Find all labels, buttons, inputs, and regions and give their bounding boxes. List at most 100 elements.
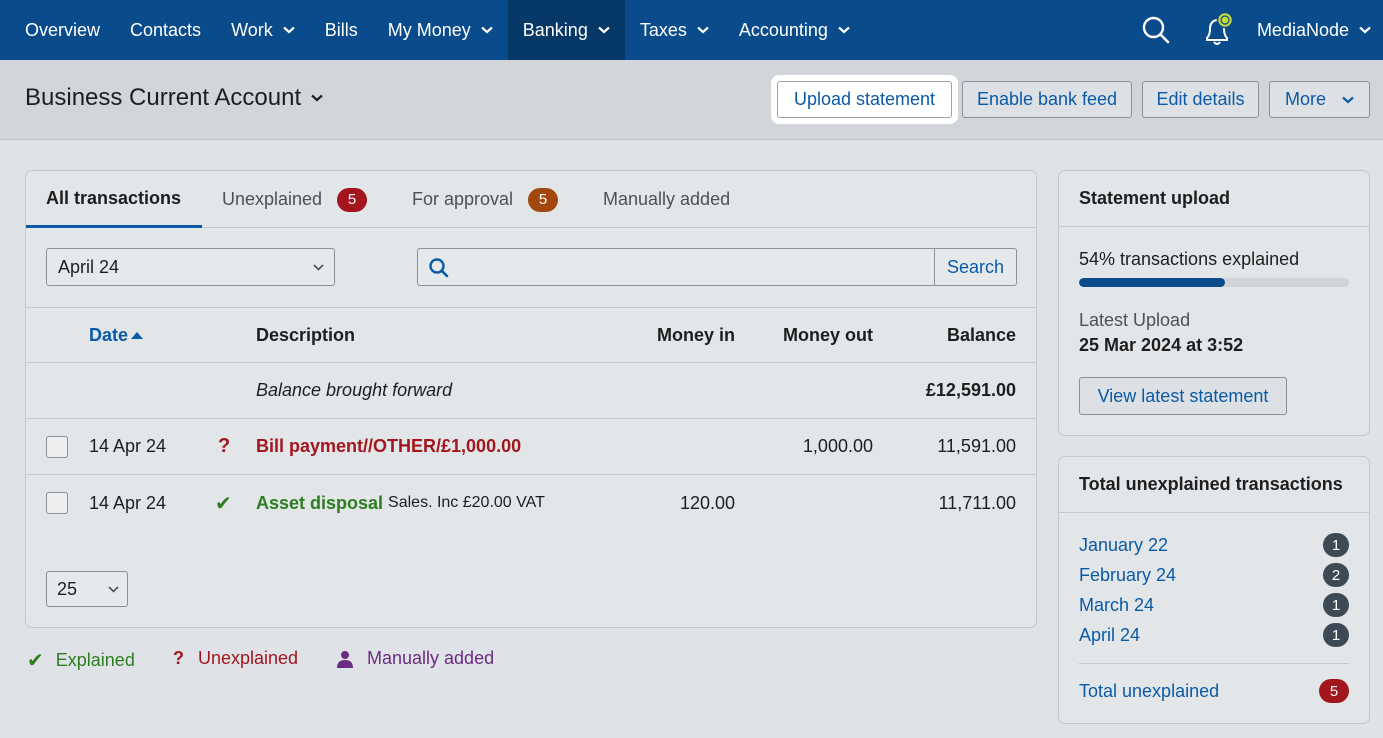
nav-my-money[interactable]: My Money [373,0,508,60]
user-menu[interactable]: MediaNode [1243,0,1383,60]
row-date-text: 14 Apr 24 [89,492,167,513]
month-count-badge: 2 [1323,563,1349,587]
transaction-tabs: All transactions Unexplained 5 For appro… [26,171,1036,228]
row-checkbox[interactable] [46,435,68,458]
brought-forward-label: Balance brought forward [256,363,452,418]
month-count-badge: 1 [1323,533,1349,557]
nav-accounting[interactable]: Accounting [724,0,865,60]
search-icon [429,258,449,278]
month-link[interactable]: March 24 [1079,595,1154,616]
month-select[interactable]: April 24 [46,248,335,286]
tab-manual-label: Manually added [603,189,731,209]
transaction-link[interactable]: Asset disposal [256,493,383,514]
enable-bank-feed-button[interactable]: Enable bank feed [962,81,1132,118]
row-checkbox-cell [46,419,68,474]
total-unexplained-row: Total unexplained 5 [1079,678,1349,704]
nav-contacts[interactable]: Contacts [115,0,216,60]
chevron-down-icon [311,94,323,102]
tab-all-transactions[interactable]: All transactions [26,171,202,228]
month-link[interactable]: January 22 [1079,535,1168,556]
money-in-column-header: Money in [586,308,735,362]
money-in-column-label: Money in [656,324,735,345]
chevron-down-icon [108,586,119,593]
top-right-controls: MediaNode [1141,0,1383,60]
chevron-down-icon [282,26,295,34]
month-link[interactable]: April 24 [1079,625,1140,646]
upload-statement-button[interactable]: Upload statement [777,81,952,118]
total-unexplained-link[interactable]: Total unexplained [1079,681,1219,702]
checkmark-icon: ✔ [27,650,44,672]
table-row[interactable]: 14 Apr 24 ✔ Asset disposal Sales. Inc £2… [26,475,1036,531]
legend-unexplained-label: Unexplained [198,648,299,668]
row-description: Asset disposal Sales. Inc £20.00 VAT [256,475,545,531]
total-unexplained-card: Total unexplained transactions January 2… [1058,456,1370,724]
legend-manually-added: Manually added [336,648,494,669]
nav-banking[interactable]: Banking [507,0,625,60]
nav-overview-label: Overview [25,19,101,40]
nav-taxes-label: Taxes [639,19,687,40]
bell-icon[interactable] [1201,11,1235,49]
tab-for-approval[interactable]: For approval 5 [412,171,559,228]
month-select-value: April 24 [58,256,120,277]
view-latest-statement-label: View latest statement [1097,385,1269,406]
search-button[interactable]: Search [934,249,1016,285]
tab-manually-added[interactable]: Manually added [603,171,730,228]
nav-work[interactable]: Work [216,0,310,60]
more-button[interactable]: More [1269,81,1370,118]
description-column-header: Description [256,308,355,362]
search-icon[interactable] [1141,15,1171,45]
tab-unexplained-label: Unexplained [222,189,323,209]
brought-forward-value: £12,591.00 [925,380,1016,400]
chevron-down-icon [1342,96,1354,103]
chevron-down-icon [313,264,324,271]
upload-statement-label: Upload statement [793,89,936,109]
tab-approval-label: For approval [412,189,514,209]
page-header: Business Current Account Upload statemen… [0,60,1383,140]
account-selector[interactable]: Business Current Account [25,84,323,112]
tab-all-label: All transactions [46,187,182,208]
page-size-select[interactable]: 25 [46,571,128,607]
legend-manual-label: Manually added [367,648,495,668]
nav-overview[interactable]: Overview [0,0,115,60]
view-latest-statement-button[interactable]: View latest statement [1079,377,1287,415]
table-row[interactable]: 14 Apr 24 ? Bill payment//OTHER/£1,000.0… [26,419,1036,475]
latest-upload-label: Latest Upload [1079,310,1190,331]
row-date: 14 Apr 24 [89,419,166,474]
total-unexplained-title: Total unexplained transactions [1059,457,1369,513]
money-out-column-label: Money out [783,324,873,345]
month-count-badge: 1 [1323,593,1349,617]
more-label: More [1284,89,1326,109]
tab-unexplained[interactable]: Unexplained 5 [222,171,368,228]
chevron-down-icon [598,26,610,34]
row-balance-text: 11,591.00 [937,436,1016,456]
page-size-value: 25 [57,578,78,599]
row-balance: 11,591.00 [886,419,1016,474]
date-column-header[interactable]: Date [89,308,144,362]
edit-details-button[interactable]: Edit details [1142,81,1259,118]
nav-bills[interactable]: Bills [310,0,373,60]
progress-fill [1079,278,1225,287]
row-checkbox[interactable] [46,492,68,514]
unexplained-count-badge: 5 [337,187,368,212]
row-date-text: 14 Apr 24 [89,436,167,456]
nav-taxes[interactable]: Taxes [625,0,724,60]
nav-banking-label: Banking [522,19,588,40]
nav-accounting-label: Accounting [738,19,828,40]
description-column-label: Description [256,324,356,345]
explained-progress-bar [1079,278,1349,287]
month-link[interactable]: February 24 [1079,565,1176,586]
legend-explained-label: Explained [55,650,135,670]
balance-column-label: Balance [946,324,1016,345]
latest-upload-label-text: Latest Upload [1079,310,1191,330]
chevron-down-icon [1359,26,1371,34]
statement-upload-title-text: Statement upload [1079,188,1231,208]
brought-forward-text: Balance brought forward [256,380,453,400]
brought-forward-balance: £12,591.00 [886,363,1016,418]
transaction-link[interactable]: Bill payment//OTHER/£1,000.00 [256,436,521,457]
progress-label-text: 54% transactions explained [1079,249,1300,269]
row-balance: 11,711.00 [886,475,1016,531]
balance-column-header: Balance [886,308,1016,362]
transaction-detail: Sales. Inc £20.00 VAT [388,494,545,511]
search-input[interactable] [458,250,928,284]
row-date: 14 Apr 24 [89,475,166,531]
